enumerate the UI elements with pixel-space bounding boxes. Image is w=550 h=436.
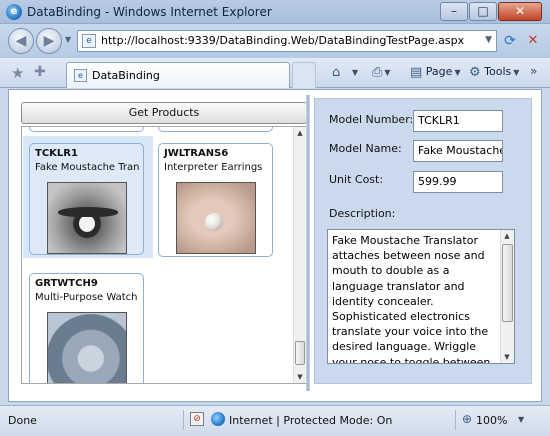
unit-cost-label: Unit Cost: [329, 173, 384, 186]
popup-blocked-icon[interactable]: ⊘ [190, 412, 204, 426]
back-button[interactable]: ◀ [8, 28, 34, 54]
product-image [176, 182, 256, 254]
refresh-icon[interactable]: ⟳ [500, 31, 520, 51]
list-item[interactable]: TCKLR1 Fake Moustache Tran [29, 143, 144, 255]
product-list-panel: Get Products TCKLR1 Fake Moustache Tran … [19, 100, 307, 385]
list-scrollbar[interactable]: ▲ ▼ [293, 127, 306, 383]
chevron-down-icon: ▼ [352, 68, 359, 77]
address-bar[interactable]: e http://localhost:9339/DataBinding.Web/… [77, 30, 497, 52]
unit-cost-field[interactable]: 599.99 [413, 171, 503, 193]
product-details-panel: Model Number: TCKLR1 Model Name: Fake Mo… [314, 98, 532, 384]
product-model-number: GRTWTCH9 [35, 278, 98, 289]
title-bar: e DataBinding - Windows Internet Explore… [0, 0, 550, 24]
feeds-button[interactable]: ▼ [350, 65, 358, 78]
page-menu-icon: ▤ [410, 65, 423, 80]
product-image [47, 182, 127, 254]
scroll-up-icon[interactable]: ▲ [294, 129, 306, 137]
chevron-down-icon[interactable]: ▼ [518, 415, 524, 424]
home-button[interactable]: ⌂ [332, 65, 340, 80]
forward-button[interactable]: ▶ [36, 28, 62, 54]
product-model-number: JWLTRANS6 [164, 148, 229, 159]
close-button[interactable]: ✕ [498, 2, 542, 21]
scroll-down-icon[interactable]: ▼ [294, 373, 306, 381]
tab-databinding[interactable]: e DataBinding [66, 62, 290, 88]
product-model-name: Multi-Purpose Watch [35, 292, 138, 303]
chevron-down-icon: ▼ [513, 68, 520, 77]
print-button[interactable]: ⎙ ▼ [372, 65, 391, 80]
gear-icon: ⚙ [469, 65, 481, 80]
home-icon: ⌂ [332, 65, 341, 80]
product-image [47, 312, 127, 383]
globe-icon [211, 412, 225, 426]
url-text[interactable]: http://localhost:9339/DataBinding.Web/Da… [101, 34, 464, 47]
model-number-label: Model Number: [329, 113, 414, 126]
address-dropdown-icon[interactable]: ▼ [485, 35, 492, 45]
window-title: DataBinding - Windows Internet Explorer [27, 5, 272, 19]
model-name-label: Model Name: [329, 142, 402, 155]
status-text: Done [8, 414, 37, 427]
scroll-thumb[interactable] [502, 244, 513, 322]
minimize-button[interactable]: – [440, 2, 468, 21]
zoom-icon[interactable]: ⊕ [462, 412, 472, 426]
page-icon: e [82, 34, 96, 48]
product-model-name: Fake Moustache Tran [35, 162, 140, 173]
list-item-partial[interactable] [29, 127, 144, 132]
favorites-star-icon[interactable]: ★ [11, 64, 24, 82]
tab-label: DataBinding [92, 69, 160, 82]
status-bar: Done ⊘ Internet | Protected Mode: On ⊕ 1… [0, 405, 550, 436]
navigation-bar: ◀ ▶ ▼ e http://localhost:9339/DataBindin… [0, 24, 550, 58]
product-list[interactable]: TCKLR1 Fake Moustache Tran JWLTRANS6 Int… [21, 126, 307, 384]
stop-icon[interactable]: ✕ [523, 31, 543, 51]
grid-splitter[interactable] [306, 95, 310, 391]
tab-page-icon: e [74, 69, 87, 82]
recent-pages-dropdown[interactable]: ▼ [65, 35, 71, 44]
chevron-down-icon: ▼ [454, 68, 461, 77]
model-name-field[interactable]: Fake Moustache [413, 140, 503, 162]
scroll-down-icon[interactable]: ▼ [501, 353, 513, 361]
ie-logo-icon: e [6, 4, 22, 20]
product-model-number: TCKLR1 [35, 148, 78, 159]
tools-menu-label: Tools [484, 65, 512, 78]
page-menu-label: Page [425, 65, 453, 78]
new-tab-button[interactable] [292, 62, 316, 88]
tools-menu-button[interactable]: ⚙ Tools ▼ [469, 65, 519, 80]
model-number-field[interactable]: TCKLR1 [413, 110, 503, 132]
more-commands-icon[interactable]: » [530, 64, 537, 78]
description-label: Description: [329, 207, 396, 220]
page-content: Get Products TCKLR1 Fake Moustache Tran … [8, 89, 542, 402]
maximize-button[interactable]: □ [469, 2, 497, 21]
description-text[interactable]: Fake Moustache Translator attaches betwe… [332, 233, 492, 363]
command-bar: ★ ✚ e DataBinding ⌂ ▼ ⎙ ▼ ▤ Page ▼ ⚙ Tools… [0, 58, 550, 88]
add-favorites-icon[interactable]: ✚ [34, 64, 46, 80]
scroll-thumb[interactable] [295, 341, 305, 365]
description-scrollbar[interactable]: ▲ ▼ [500, 230, 514, 363]
page-menu-button[interactable]: ▤ Page ▼ [410, 65, 461, 80]
scroll-up-icon[interactable]: ▲ [501, 232, 513, 240]
chevron-down-icon: ▼ [384, 68, 391, 77]
description-field[interactable]: Fake Moustache Translator attaches betwe… [327, 229, 515, 364]
status-divider [183, 410, 184, 430]
get-products-button[interactable]: Get Products [21, 102, 307, 124]
zoom-level[interactable]: 100% [476, 414, 507, 427]
printer-icon: ⎙ [372, 65, 383, 80]
status-divider [455, 410, 456, 430]
list-item[interactable]: JWLTRANS6 Interpreter Earrings [158, 143, 273, 257]
list-item[interactable]: GRTWTCH9 Multi-Purpose Watch [29, 273, 144, 383]
security-zone[interactable]: Internet | Protected Mode: On [229, 414, 392, 427]
product-model-name: Interpreter Earrings [164, 162, 263, 173]
list-item-partial[interactable] [158, 127, 273, 132]
